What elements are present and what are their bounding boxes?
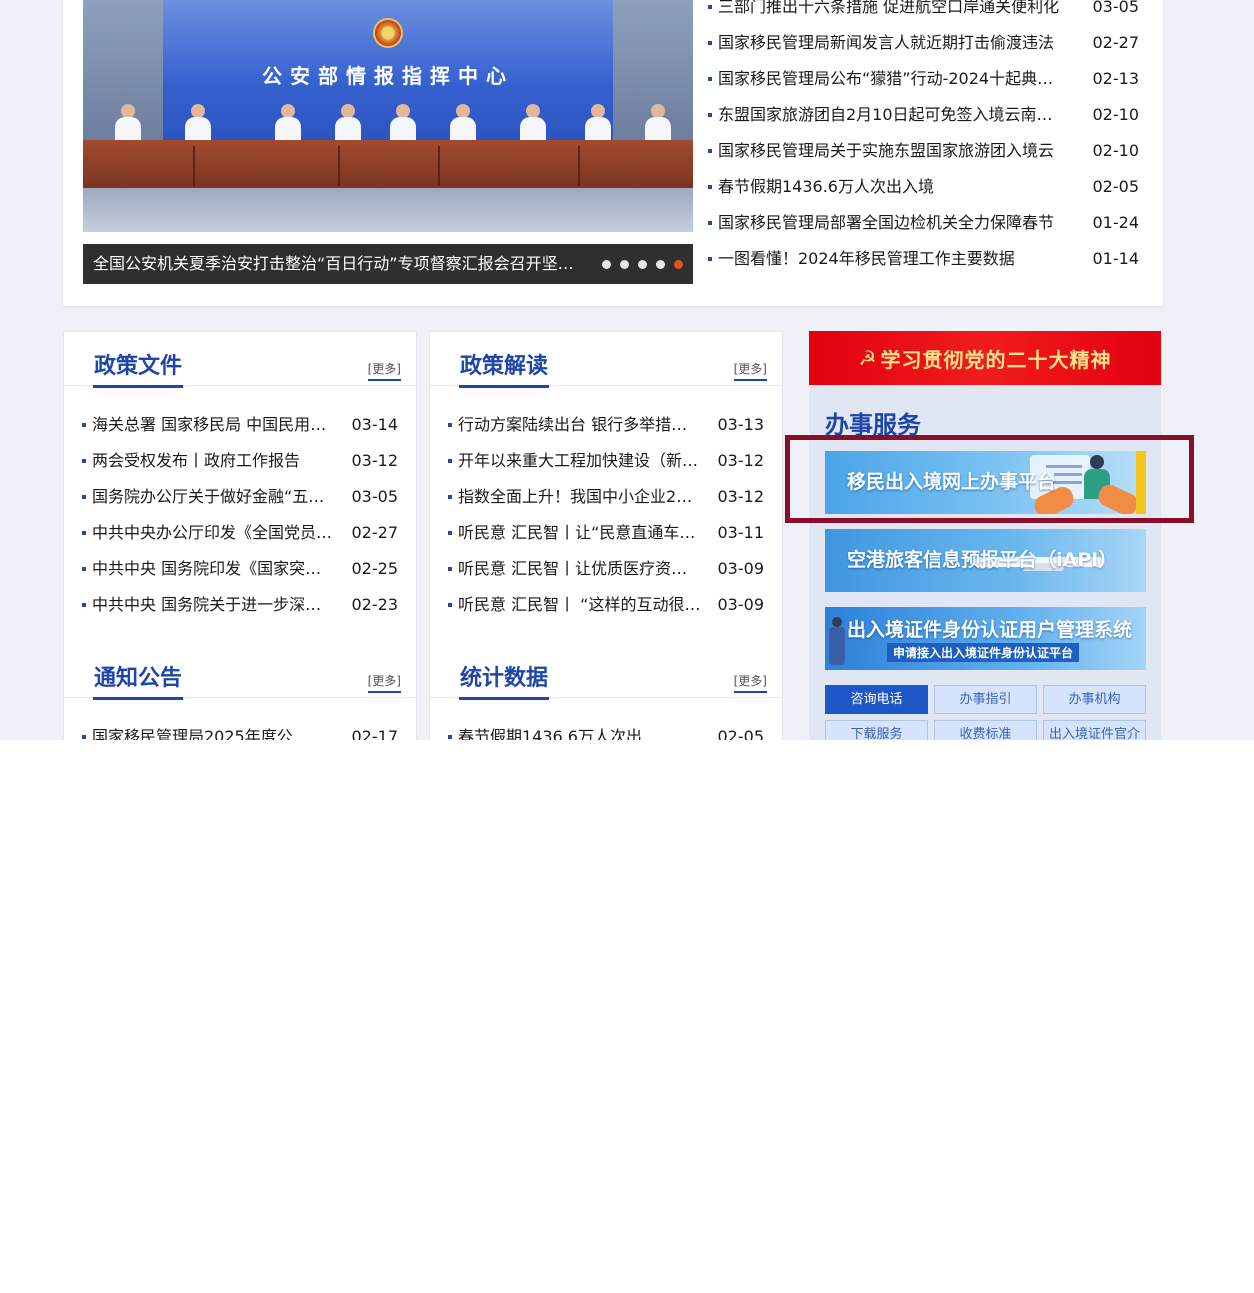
bullet-icon [82,495,86,499]
left-column-panel: 政策文件 [更多] 海关总署 国家移民局 中国民用航空局 03-14 两会受权发布… [63,331,417,740]
bullet-icon [82,531,86,535]
bullet-icon [708,41,712,45]
services-title: 办事服务 [825,411,921,439]
statistics-list: 春节假期1436.6万人次出 02-05 [448,719,764,740]
slideshow-caption[interactable]: 全国公安机关夏季治安打击整治“百日行动”专项督察汇报会召开坚决完成各项任务 [93,244,585,284]
bullet-icon [82,735,86,739]
statistics-header: 统计数据 [更多] [430,644,782,700]
slideshow-image[interactable]: 公安部情报指挥中心 [83,0,693,232]
person-illustration [829,617,845,665]
notices-list: 国家移民管理局2025年度公 02-17 [82,719,398,740]
bullet-icon [708,185,712,189]
notices-header: 通知公告 [更多] [64,644,416,700]
hammer-sickle-icon: ☭ [858,346,877,370]
iapi-platform-banner[interactable]: 空港旅客信息预报平台（iAPI） [825,529,1146,592]
services-sidebar: ☭ 学习贯彻党的二十大精神 办事服务 移民出入境网上办事平台 空港旅客信息预报平… [809,331,1161,740]
list-item[interactable]: 国家移民管理局2025年度公 02-17 [82,719,398,740]
policy-interpretation-title[interactable]: 政策解读 [459,348,550,388]
notices-title[interactable]: 通知公告 [93,660,184,700]
policy-files-more-link[interactable]: [更多] [367,360,401,381]
tab-downloads[interactable]: 下载服务 [825,720,928,740]
list-item[interactable]: 两会受权发布丨政府工作报告 03-12 [82,443,398,479]
tab-service-offices[interactable]: 办事机构 [1043,685,1146,714]
conference-desk [83,140,693,188]
bullet-icon [708,77,712,81]
slide-dot-4[interactable] [656,259,665,269]
policy-interpretation-header: 政策解读 [更多] [430,332,782,388]
slide-dot-1[interactable] [602,259,611,269]
list-item[interactable]: 听民意 汇民智丨让“民意直通车”跑得更快03-11 [448,515,764,551]
bullet-icon [708,5,712,9]
list-item[interactable]: 指数全面上升！我国中小企业2月发展指数03-12 [448,479,764,515]
notices-more-link[interactable]: [更多] [367,672,401,693]
bullet-icon [82,423,86,427]
online-platform-label: 移民出入境网上办事平台 [847,471,1057,493]
news-item[interactable]: 一图看懂！2024年移民管理工作主要数据 01-14 [707,241,1139,277]
policy-interpretation-more-link[interactable]: [更多] [733,360,767,381]
id-auth-system-banner[interactable]: 出入境证件身份认证用户管理系统 申请接入出入境证件身份认证平台 [825,607,1146,670]
tab-document-intro[interactable]: 出入境证件官介 [1043,720,1146,740]
service-tabs-row-1: 咨询电话 办事指引 办事机构 [825,685,1146,714]
tab-service-guide[interactable]: 办事指引 [934,685,1037,714]
list-item[interactable]: 中共中央 国务院印发《国家突发事件 02-25 [82,551,398,587]
list-item[interactable]: 海关总署 国家移民局 中国民用航空局 03-14 [82,407,398,443]
policy-files-list: 海关总署 国家移民局 中国民用航空局 03-14 两会受权发布丨政府工作报告 03-… [82,407,398,623]
bullet-icon [708,149,712,153]
news-item[interactable]: 国家移民管理局新闻发言人就近期打击偷渡违法 02-27 [707,25,1139,61]
news-item[interactable]: 东盟国家旅游团自2月10日起可免签入境云南西双版纳 02-10 [707,97,1139,133]
slide-dot-2[interactable] [620,259,629,269]
bullet-icon [448,459,452,463]
list-item[interactable]: 中共中央办公厅印发《全国党员教育培训02-27 [82,515,398,551]
statistics-title[interactable]: 统计数据 [459,660,550,700]
bullet-icon [448,735,452,739]
bullet-icon [708,257,712,261]
bullet-icon [708,113,712,117]
news-item[interactable]: 三部门推出十六条措施 促进航空口岸通关便利化 03-05 [707,0,1139,25]
party-banner-text: 学习贯彻党的二十大精神 [880,347,1112,372]
slide-dot-5[interactable] [674,259,683,269]
bullet-icon [82,567,86,571]
bullet-icon [448,603,452,607]
policy-interpretation-list: 行动方案陆续出台 银行多举措服务实体03-13 开年以来重大工程加快建设（新春走… [448,407,764,623]
news-item[interactable]: 春节假期1436.6万人次出入境 02-05 [707,169,1139,205]
bullet-icon [448,495,452,499]
bullet-icon [82,603,86,607]
police-emblem-icon [373,18,403,48]
tab-fee-standards[interactable]: 收费标准 [934,720,1037,740]
bullet-icon [448,531,452,535]
bullet-icon [448,423,452,427]
statistics-more-link[interactable]: [更多] [733,672,767,693]
slideshow-dots [602,244,683,284]
iapi-platform-label: 空港旅客信息预报平台（iAPI） [847,549,1118,571]
bullet-icon [448,567,452,571]
bullet-icon [82,459,86,463]
list-item[interactable]: 开年以来重大工程加快建设（新春走基层）03-12 [448,443,764,479]
online-service-platform-banner[interactable]: 移民出入境网上办事平台 [825,451,1146,514]
list-item[interactable]: 春节假期1436.6万人次出 02-05 [448,719,764,740]
party-congress-banner[interactable]: ☭ 学习贯彻党的二十大精神 [809,331,1161,385]
bullet-icon [708,221,712,225]
page-viewport: 公安部情报指挥中心 全国公安机关夏季治安打击整治“百日行动”专项督察汇报会召开坚… [0,0,1254,740]
slide-floor [83,188,693,232]
policy-files-header: 政策文件 [更多] [64,332,416,388]
list-item[interactable]: 中共中央 国务院关于进一步深化农村改革02-23 [82,587,398,623]
slideshow-caption-bar[interactable]: 全国公安机关夏季治安打击整治“百日行动”专项督察汇报会召开坚决完成各项任务 [83,244,693,284]
tab-consult-phone[interactable]: 咨询电话 [825,685,928,714]
id-auth-sub-label: 申请接入出入境证件身份认证平台 [887,643,1080,662]
service-tabs-row-2: 下载服务 收费标准 出入境证件官介 [825,720,1146,740]
list-item[interactable]: 行动方案陆续出台 银行多举措服务实体03-13 [448,407,764,443]
list-item[interactable]: 听民意 汇民智丨让优质医疗资源更好下沉03-09 [448,551,764,587]
middle-column-panel: 政策解读 [更多] 行动方案陆续出台 银行多举措服务实体03-13 开年以来重大… [429,331,783,740]
news-item[interactable]: 国家移民管理局部署全国边检机关全力保障春节 01-24 [707,205,1139,241]
slide-dot-3[interactable] [638,259,647,269]
slide-banner-text: 公安部情报指挥中心 [262,64,514,88]
policy-files-title[interactable]: 政策文件 [93,348,184,388]
news-item[interactable]: 国家移民管理局公布“獴猎”行动-2024十起典型案例 02-13 [707,61,1139,97]
news-item[interactable]: 国家移民管理局关于实施东盟国家旅游团入境云 02-10 [707,133,1139,169]
list-item[interactable]: 听民意 汇民智丨 “这样的互动很有意义”03-09 [448,587,764,623]
headline-news-list: 三部门推出十六条措施 促进航空口岸通关便利化 03-05 国家移民管理局新闻发言人… [707,0,1139,277]
list-item[interactable]: 国务院办公厅关于做好金融“五篇大文章”03-05 [82,479,398,515]
